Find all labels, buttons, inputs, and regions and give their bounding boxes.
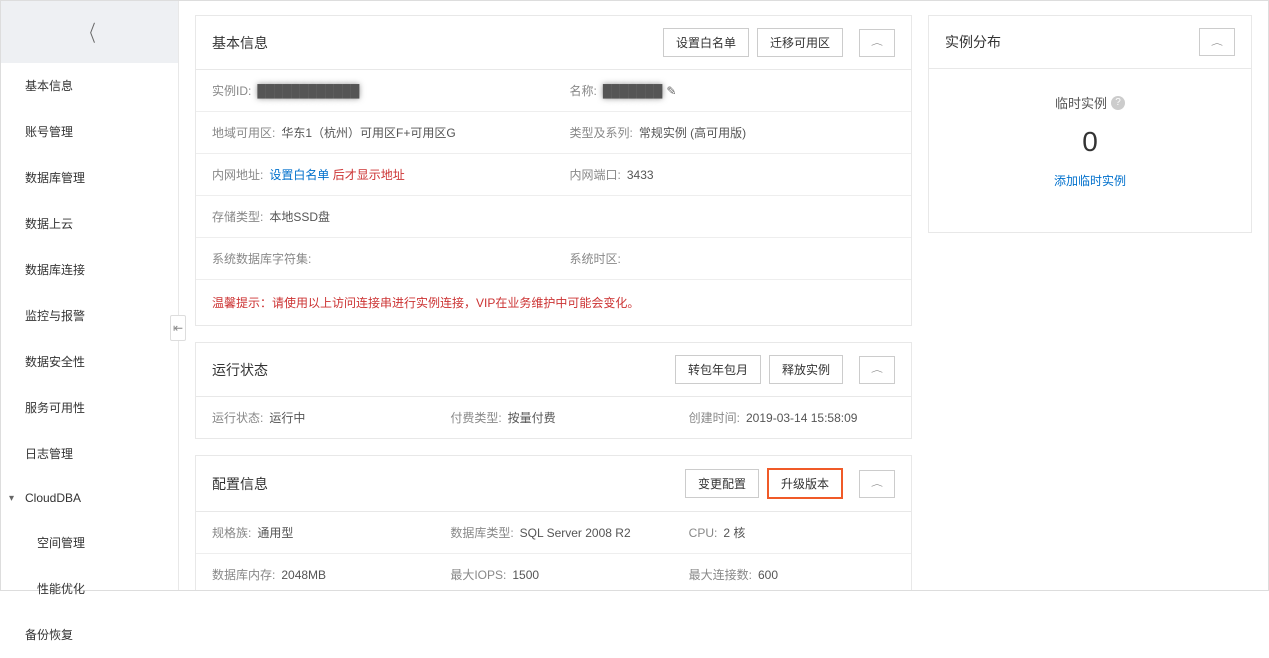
sidebar-item-database[interactable]: 数据库管理 [1, 155, 178, 201]
created-value: 2019-03-14 15:58:09 [746, 411, 857, 425]
sidebar-item-account[interactable]: 账号管理 [1, 109, 178, 155]
temp-instance-count: 0 [1082, 126, 1098, 158]
intranet-port-label: 内网端口: [570, 166, 621, 183]
chevron-left-icon: 〈 [83, 16, 96, 48]
intranet-whitelist-link[interactable]: 设置白名单 [269, 168, 329, 182]
main-content: 基本信息 设置白名单 迁移可用区 ︿ 实例ID: ████████████ [179, 1, 1268, 590]
help-icon[interactable]: ? [1111, 96, 1125, 110]
config-title: 配置信息 [212, 474, 685, 494]
instance-dist-panel: 实例分布 ︿ 临时实例 ? 0 添加临时实例 [928, 15, 1252, 233]
basic-info-title: 基本信息 [212, 33, 663, 53]
upgrade-version-button[interactable]: 升级版本 [767, 468, 843, 499]
region-value: 华东1（杭州）可用区F+可用区G [281, 124, 455, 141]
sidebar-item-availability[interactable]: 服务可用性 [1, 385, 178, 431]
sidebar: 〈 基本信息 账号管理 数据库管理 数据上云 数据库连接 监控与报警 数据安全性… [1, 1, 179, 590]
tz-label: 系统时区: [570, 250, 621, 267]
chevron-up-icon: ︿ [1211, 37, 1223, 47]
sidebar-item-backup[interactable]: 备份恢复 [1, 612, 178, 658]
storage-value: 本地SSD盘 [269, 208, 330, 225]
convert-subscription-button[interactable]: 转包年包月 [675, 355, 761, 384]
release-instance-button[interactable]: 释放实例 [769, 355, 843, 384]
set-whitelist-button[interactable]: 设置白名单 [663, 28, 749, 57]
region-label: 地域可用区: [212, 124, 275, 141]
storage-label: 存储类型: [212, 208, 263, 225]
back-button[interactable]: 〈 [1, 1, 178, 63]
edit-name-icon[interactable]: ✎ [666, 84, 676, 98]
add-temp-instance-link[interactable]: 添加临时实例 [1054, 172, 1126, 189]
chevron-up-icon: ︿ [871, 364, 883, 374]
type-label: 类型及系列: [570, 124, 633, 141]
status-label: 运行状态: [212, 409, 263, 426]
chevron-up-icon: ︿ [871, 478, 883, 488]
intranet-addr-label: 内网地址: [212, 166, 263, 183]
name-label: 名称: [570, 82, 597, 99]
sidebar-item-label: CloudDBA [25, 491, 81, 505]
sidebar-item-monitoring[interactable]: 监控与报警 [1, 293, 178, 339]
run-status-collapse[interactable]: ︿ [859, 356, 895, 384]
sidebar-item-performance[interactable]: 性能优化 [1, 566, 178, 612]
instance-id-label: 实例ID: [212, 82, 251, 99]
spec-family-label: 规格族: [212, 524, 251, 541]
instance-id-value: ████████████ [257, 84, 359, 98]
temp-instance-label: 临时实例 [1055, 93, 1107, 112]
sidebar-item-security[interactable]: 数据安全性 [1, 339, 178, 385]
iops-label: 最大IOPS: [450, 566, 506, 583]
name-value: ███████ [603, 84, 663, 98]
charset-label: 系统数据库字符集: [212, 250, 311, 267]
created-label: 创建时间: [689, 409, 740, 426]
spec-family-value: 通用型 [257, 524, 293, 541]
intranet-addr-warn: 后才显示地址 [329, 168, 404, 182]
db-type-value: SQL Server 2008 R2 [520, 526, 631, 540]
basic-info-panel: 基本信息 设置白名单 迁移可用区 ︿ 实例ID: ████████████ [195, 15, 912, 326]
mem-value: 2048MB [281, 568, 326, 582]
run-status-title: 运行状态 [212, 360, 675, 380]
intranet-port-value: 3433 [627, 168, 654, 182]
connection-tip: 温馨提示：请使用以上访问连接串进行实例连接，VIP在业务维护中可能会变化。 [196, 280, 911, 325]
sidebar-item-clouddba[interactable]: ▾ CloudDBA [1, 477, 178, 520]
instance-dist-title: 实例分布 [945, 32, 1191, 52]
sidebar-item-data-migration[interactable]: 数据上云 [1, 201, 178, 247]
sidebar-item-db-connection[interactable]: 数据库连接 [1, 247, 178, 293]
maxconn-label: 最大连接数: [689, 566, 752, 583]
type-value: 常规实例 (高可用版) [639, 124, 746, 141]
caret-down-icon: ▾ [9, 493, 14, 504]
cpu-value: 2 核 [723, 524, 745, 541]
config-collapse[interactable]: ︿ [859, 470, 895, 498]
status-value: 运行中 [269, 409, 305, 426]
config-panel: 配置信息 变更配置 升级版本 ︿ 规格族: 通用型 数据库类型: SQL Serve… [195, 455, 912, 590]
sidebar-item-space[interactable]: 空间管理 [1, 520, 178, 566]
sidebar-item-logs[interactable]: 日志管理 [1, 431, 178, 477]
sidebar-item-basic-info[interactable]: 基本信息 [1, 63, 178, 109]
basic-info-collapse[interactable]: ︿ [859, 29, 895, 57]
instance-dist-collapse[interactable]: ︿ [1199, 28, 1235, 56]
iops-value: 1500 [512, 568, 539, 582]
migrate-zone-button[interactable]: 迁移可用区 [757, 28, 843, 57]
run-status-panel: 运行状态 转包年包月 释放实例 ︿ 运行状态: 运行中 付费类型 [195, 342, 912, 439]
change-config-button[interactable]: 变更配置 [685, 469, 759, 498]
mem-label: 数据库内存: [212, 566, 275, 583]
cpu-label: CPU: [689, 526, 718, 540]
maxconn-value: 600 [758, 568, 778, 582]
pay-label: 付费类型: [450, 409, 501, 426]
sidebar-collapse-toggle[interactable]: ⇤ [170, 315, 186, 341]
pay-value: 按量付费 [508, 409, 556, 426]
db-type-label: 数据库类型: [450, 524, 513, 541]
chevron-up-icon: ︿ [871, 37, 883, 47]
